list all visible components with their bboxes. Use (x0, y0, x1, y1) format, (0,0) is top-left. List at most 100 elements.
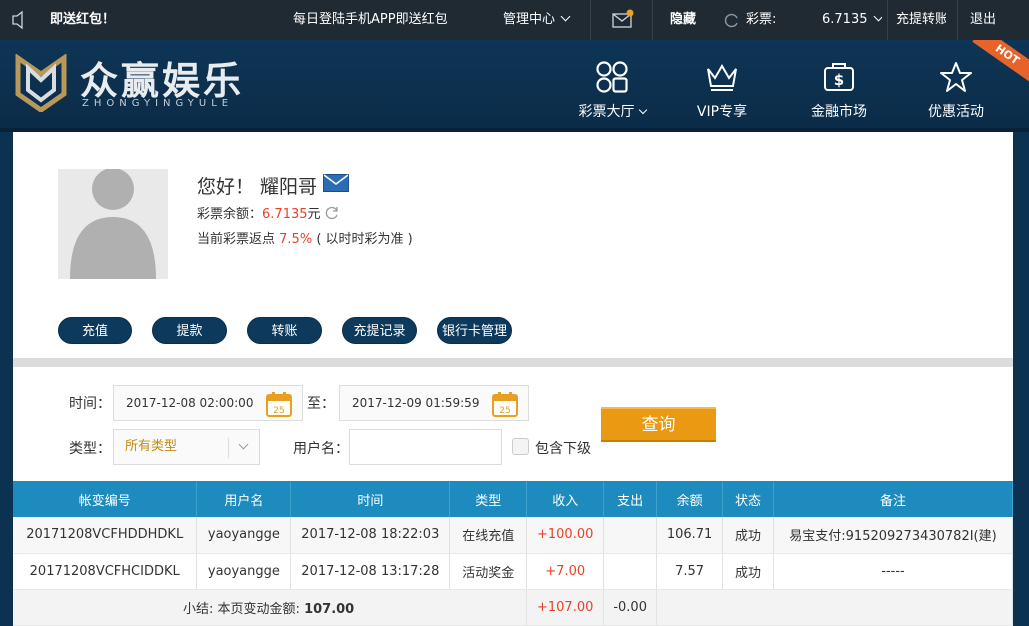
site-header: 众赢娱乐 ZHONGYINGYULE 彩票大厅 VIP专享 $ 金融市场 优惠活… (0, 40, 1029, 132)
summary-row: 小结: 本页变动金额: 107.00 +107.00 -0.00 (13, 589, 1013, 626)
nav-lottery-hall[interactable]: 彩票大厅 (557, 40, 667, 128)
summary-empty (656, 589, 1013, 626)
column-header: 备注 (773, 481, 1013, 517)
message-icon[interactable] (611, 0, 635, 40)
rebate-note: ( 以时时彩为准 ) (316, 232, 413, 247)
start-date-input[interactable]: 2017-12-08 02:00:00 25 (113, 385, 303, 421)
summary-label-cell: 小结: 本页变动金额: 107.00 (13, 589, 528, 626)
star-icon (940, 62, 972, 92)
chevron-down-icon (638, 105, 647, 115)
recharge-transfer-link[interactable]: 充提转账 (896, 0, 946, 40)
cell-income: +7.00 (526, 553, 605, 590)
rebate-value: 7.5% (279, 232, 313, 247)
cell-id: 20171208VCFHDDHDKL (13, 517, 198, 554)
cell-balance: 7.57 (656, 553, 724, 590)
rebate-label: 当前彩票返点 (197, 232, 276, 247)
type-label: 类型： (69, 441, 111, 457)
time-label: 时间： (69, 396, 111, 412)
summary-label: 小结: 本页变动金额: (183, 601, 300, 617)
hide-balance-button[interactable]: 隐藏 (670, 0, 700, 40)
money-bag-icon: $ (824, 63, 854, 91)
balance-label: 彩票余额： (197, 207, 263, 222)
username-input[interactable] (349, 429, 502, 465)
management-label: 管理中心 (503, 12, 556, 27)
summary-expense: -0.00 (603, 589, 658, 626)
svg-text:$: $ (834, 71, 844, 89)
left-border (0, 132, 13, 626)
recharge-records-button[interactable]: 充提记录 (342, 317, 417, 344)
nav-label: 优惠活动 (928, 104, 984, 120)
bank-card-button[interactable]: 银行卡管理 (437, 317, 512, 344)
column-header: 用户名 (196, 481, 292, 517)
divider (13, 358, 1013, 367)
column-header: 帐变编号 (13, 481, 198, 517)
end-date-input[interactable]: 2017-12-09 01:59:59 25 (339, 385, 529, 421)
recharge-button[interactable]: 充值 (58, 317, 132, 344)
table-header-row: 帐变编号 用户名 时间 类型 收入 支出 余额 状态 备注 (13, 481, 1013, 517)
username-label: 用户名： (293, 441, 349, 457)
lottery-balance-label: 彩票: (746, 12, 777, 27)
transfer-button[interactable]: 转账 (247, 317, 322, 344)
include-subordinates-checkbox[interactable] (512, 438, 529, 455)
calendar-icon[interactable]: 25 (266, 391, 292, 430)
cell-expense (603, 553, 658, 590)
management-menu[interactable]: 管理中心 (503, 0, 583, 40)
cell-balance: 106.71 (656, 517, 724, 554)
column-header: 类型 (449, 481, 528, 517)
end-date-value: 2017-12-09 01:59:59 (352, 396, 480, 410)
cell-time: 2017-12-08 13:17:28 (290, 553, 451, 590)
rebate-info: 当前彩票返点 7.5% ( 以时时彩为准 ) (197, 228, 413, 247)
cell-id: 20171208VCFHCIDDKL (13, 553, 198, 590)
query-button[interactable]: 查询 (601, 407, 716, 442)
cell-income: +100.00 (526, 517, 605, 554)
chevron-down-icon (873, 11, 882, 22)
cell-user: yaoyangge (196, 517, 292, 554)
transaction-table: 帐变编号 用户名 时间 类型 收入 支出 余额 状态 备注 20171208VC… (13, 481, 1013, 626)
greeting: 您好！ 耀阳哥 (197, 172, 350, 199)
lottery-balance-dropdown[interactable]: 6.7135 (822, 0, 882, 40)
lottery-balance: 彩票余额：6.7135元 (197, 203, 339, 222)
cell-status: 成功 (722, 517, 774, 554)
column-header: 时间 (290, 481, 451, 517)
lottery-balance-value: 6.7135 (822, 12, 868, 27)
summary-amount: 107.00 (304, 601, 355, 617)
speaker-icon (10, 0, 30, 40)
refresh-icon[interactable] (724, 0, 740, 40)
type-select[interactable]: 所有类型 (113, 429, 260, 465)
mail-icon[interactable] (323, 174, 350, 197)
grid-icon (596, 61, 628, 93)
refresh-icon[interactable] (325, 206, 339, 222)
brand-logo-icon[interactable] (14, 53, 68, 114)
logout-link[interactable]: 退出 (970, 0, 1000, 40)
balance-value: 6.7135 (262, 207, 308, 222)
brand-subtitle: ZHONGYINGYULE (82, 98, 234, 109)
nav-finance[interactable]: $ 金融市场 (784, 40, 894, 128)
start-date-value: 2017-12-08 02:00:00 (126, 396, 254, 410)
table-row[interactable]: 20171208VCFHCIDDKL yaoyangge 2017-12-08 … (13, 553, 1013, 590)
table-row[interactable]: 20171208VCFHDDHDKL yaoyangge 2017-12-08 … (13, 517, 1013, 554)
top-bar: 即送红包！ 每日登陆手机APP即送红包 管理中心 隐藏 彩票: 6.7135 充… (0, 0, 1029, 40)
crown-icon (707, 64, 737, 91)
cell-user: yaoyangge (196, 553, 292, 590)
chevron-down-icon (238, 439, 249, 450)
marquee-text-right: 每日登陆手机APP即送红包 (293, 12, 448, 27)
chevron-down-icon (560, 11, 571, 22)
include-subordinates-label: 包含下级 (535, 441, 591, 457)
nav-vip[interactable]: VIP专享 (667, 40, 777, 128)
cell-note: 易宝支付:915209273430782I(建) (773, 517, 1013, 554)
user-placeholder-icon (70, 169, 156, 279)
to-label: 至： (307, 396, 335, 412)
avatar (58, 169, 168, 279)
calendar-day: 25 (499, 406, 510, 416)
nav-label: 彩票大厅 (578, 104, 635, 120)
withdraw-button[interactable]: 提款 (152, 317, 227, 344)
brand-title: 众赢娱乐 (80, 59, 245, 103)
column-header: 余额 (656, 481, 724, 517)
cell-status: 成功 (722, 553, 774, 590)
right-border (1013, 132, 1029, 626)
cell-type: 在线充值 (449, 517, 528, 554)
cell-expense (603, 517, 658, 554)
calendar-day: 25 (273, 406, 284, 416)
calendar-icon[interactable]: 25 (492, 391, 518, 430)
column-header: 收入 (526, 481, 605, 517)
